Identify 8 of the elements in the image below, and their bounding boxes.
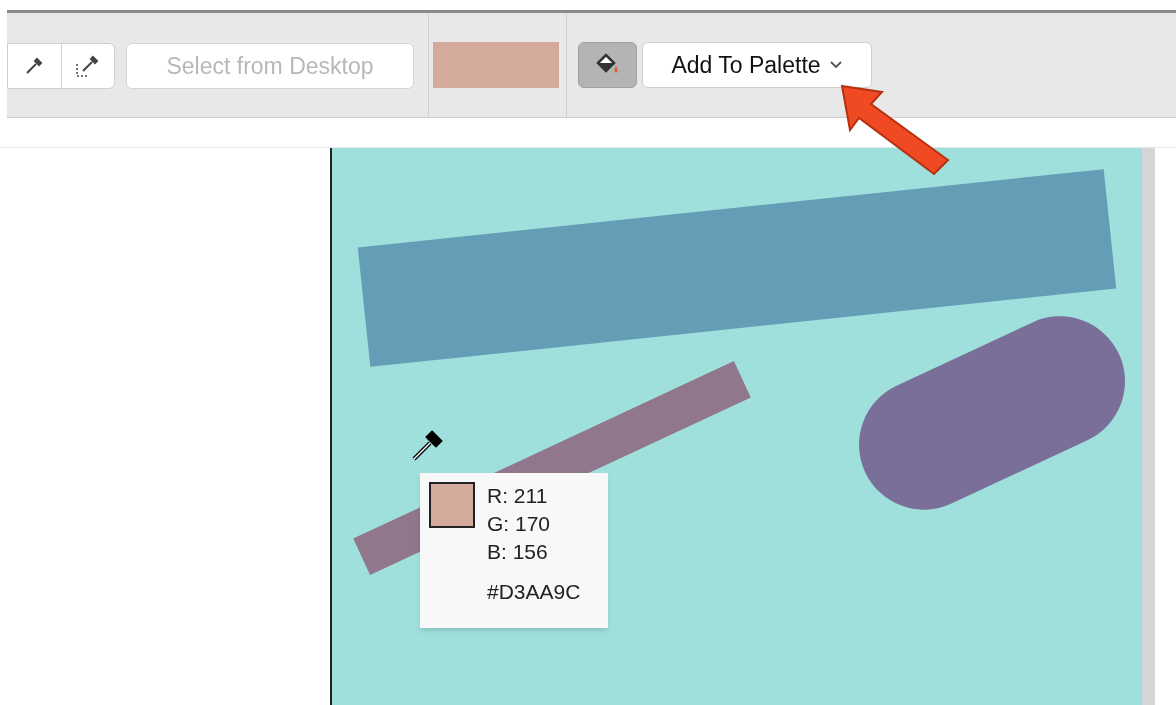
paint-bucket-button[interactable]: [578, 42, 637, 88]
channel-value: R: 211: [487, 483, 549, 509]
eyedropper-selection-icon: [74, 54, 101, 78]
add-to-palette-dropdown[interactable]: Add To Palette: [642, 42, 872, 88]
chevron-down-icon: [828, 60, 843, 70]
channel-value: G: 170: [487, 511, 552, 537]
hex-value: #D3AA9C: [487, 579, 581, 605]
channel-value: B: 156: [487, 539, 549, 565]
